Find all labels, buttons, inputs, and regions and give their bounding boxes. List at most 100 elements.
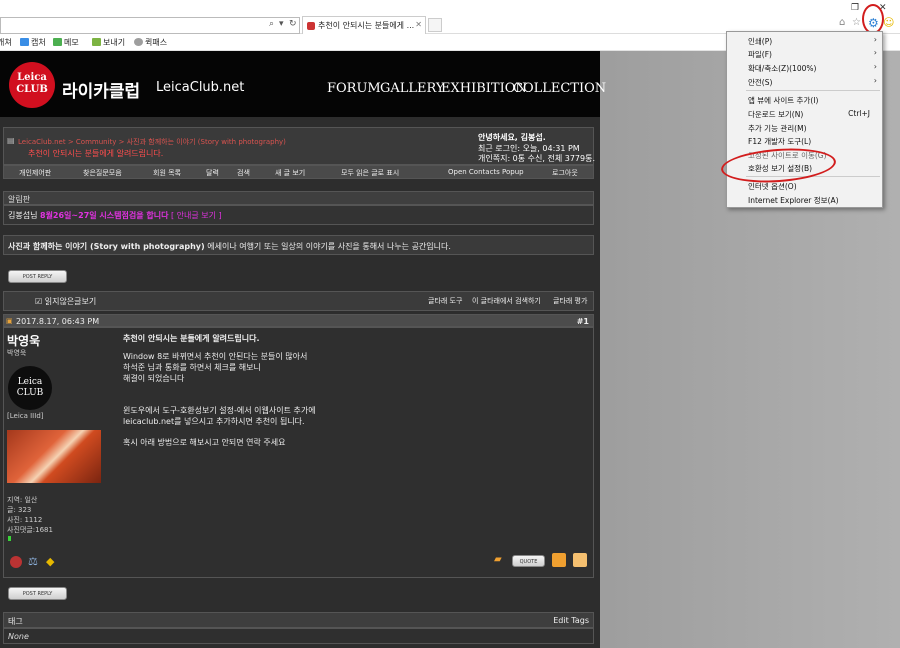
post-reply-button-bottom[interactable]: POST REPLY — [8, 587, 67, 600]
unread-checkbox[interactable]: ☑ 읽지않은글보기 — [35, 296, 96, 307]
menu-separator — [746, 90, 880, 91]
tags-header: 태그 Edit Tags — [3, 612, 594, 628]
site-logo[interactable]: Leica CLUB — [9, 62, 55, 108]
author-region: 지역: 일산 — [7, 496, 38, 504]
nav-contacts-popup[interactable]: Open Contacts Popup — [448, 168, 524, 176]
post-header: ▣ 2017.8.17, 06:43 PM #1 — [3, 314, 594, 327]
post-number[interactable]: #1 — [577, 317, 589, 326]
author-photo-comments: 사진댓글:1681 — [7, 526, 53, 534]
browser-tab[interactable]: 추천이 안되시는 분들에게 ... ✕ — [302, 16, 426, 35]
new-tab-button[interactable] — [428, 18, 442, 32]
send-icon — [92, 38, 101, 46]
post-reply-button[interactable]: POST REPLY — [8, 270, 67, 283]
notice-link[interactable]: [ 안내글 보기 ] — [171, 211, 222, 220]
site-name: 라이카클럽 — [62, 82, 141, 102]
submenu-arrow-icon: › — [873, 76, 877, 85]
menu-item-zoom[interactable]: 확대/축소(Z)(100%) — [748, 63, 816, 74]
menu-item-downloads[interactable]: 다운로드 보기(N) — [748, 109, 803, 120]
post-line-1: Window 8로 바뀌면서 추천이 안된다는 분들이 많아서 — [123, 352, 308, 361]
nav-usercp[interactable]: 개인제어판 — [19, 168, 51, 178]
nav-members[interactable]: 회원 목록 — [153, 168, 181, 178]
fav-item-screenshot[interactable]: 캡처 — [20, 37, 46, 48]
submenu-arrow-icon: › — [873, 48, 877, 57]
menu-item-internet-options[interactable]: 인터넷 옵션(O) — [748, 181, 797, 192]
address-bar[interactable]: ⌕ ▾ ↻ — [0, 17, 300, 34]
nav-calendar[interactable]: 달력 — [206, 168, 219, 178]
post-title: 추천이 안되시는 분들에게 알려드립니다. — [123, 334, 260, 343]
tab-title: 추천이 안되시는 분들에게 ... — [318, 21, 415, 30]
post-author[interactable]: 박영욱 — [7, 332, 40, 349]
forum-desc-text: 에세이나 여행기 또는 일상의 이야기를 사진을 통해서 나누는 공간입니다. — [207, 242, 451, 251]
post-line-6: leicaclub.net를 넣으시고 추가하시면 추천이 됩니다. — [123, 417, 305, 426]
smiley-icon[interactable]: ☺ — [883, 16, 894, 29]
thread-toolbar: ☑ 읽지않은글보기 글타래 도구 이 글타래에서 검색하기 글타래 평가 — [3, 291, 594, 311]
author-photos: 사진: 1112 — [7, 516, 43, 524]
quote-button[interactable]: QUOTE — [512, 555, 545, 567]
gear-highlight-annotation — [862, 4, 884, 34]
fav-item-memo[interactable]: 메모 — [53, 37, 79, 48]
memo-icon — [53, 38, 62, 46]
refresh-icon[interactable]: ↻ — [289, 19, 297, 29]
menu-item-safety[interactable]: 안전(S) — [748, 77, 772, 88]
menu-item-dev-tools[interactable]: F12 개발자 도구(L) — [748, 136, 811, 147]
dropdown-icon[interactable]: ▾ — [279, 19, 284, 29]
nav-new-posts[interactable]: 새 글 보기 — [275, 168, 305, 178]
menu-item-add-site-apps[interactable]: 앱 뷰에 사이트 추가(I) — [748, 95, 818, 106]
notice-body: 김봉섭님 8월26일~27일 시스템점검을 합니다 [ 안내글 보기 ] — [3, 205, 594, 225]
edit-tags-link[interactable]: Edit Tags — [553, 616, 589, 625]
scale-icon[interactable]: ⚖ — [28, 555, 38, 568]
nav-logout[interactable]: 로그아웃 — [552, 168, 578, 178]
nav-gallery[interactable]: GALLERY — [380, 81, 445, 96]
nav-collection[interactable]: COLLECTION — [513, 81, 606, 96]
multiquote-icon[interactable]: ▰ — [494, 554, 502, 565]
warning-icon[interactable]: ◆ — [46, 555, 54, 568]
tab-favicon-icon — [307, 22, 315, 30]
menu-item-print[interactable]: 인쇄(P) — [748, 36, 772, 47]
post-line-3: 해결이 되었습니다 — [123, 374, 185, 383]
tags-value: None — [3, 628, 594, 644]
breadcrumb[interactable]: LeicaClub.net > Community > 사진과 함께하는 이야기… — [18, 137, 286, 147]
restore-window-icon[interactable]: ❐ — [851, 3, 859, 13]
private-messages[interactable]: 개인쪽지: 0통 수신, 전체 3779통. — [478, 153, 595, 164]
user-greeting: 안녕하세요, 김봉섭. — [478, 133, 546, 142]
notice-name: 김봉섭님 — [8, 211, 38, 220]
capture-icon — [20, 38, 29, 46]
notice-message: 8월26일~27일 시스템점검을 합니다 — [40, 211, 169, 220]
quickpass-icon — [134, 38, 143, 46]
nav-forum[interactable]: FORUM — [327, 81, 381, 96]
menu-item-about-ie[interactable]: Internet Explorer 정보(A) — [748, 195, 839, 206]
quick-reply-icon[interactable] — [552, 553, 566, 567]
avatar[interactable]: Leica CLUB — [8, 366, 52, 410]
home-icon[interactable]: ⌂ — [839, 17, 845, 28]
forum-description: 사진과 함께하는 이야기 (Story with photography) 에세… — [3, 235, 594, 255]
author-posts: 글: 323 — [7, 506, 32, 514]
nav-mark-read[interactable]: 모두 읽은 글로 표시 — [341, 168, 399, 178]
site-domain: LeicaClub.net — [156, 80, 245, 95]
fav-item-capture[interactable]: 캐쳐 — [0, 37, 12, 48]
fav-item-send[interactable]: 보내기 — [92, 37, 125, 48]
post-status-icon: ▣ — [6, 317, 13, 325]
submenu-arrow-icon: › — [873, 62, 877, 71]
nav-search[interactable]: 검색 — [237, 168, 250, 178]
favorites-star-icon[interactable]: ☆ — [852, 17, 861, 28]
notice-header: 알림판 — [3, 191, 594, 205]
post-line-8: 혹시 아래 방법으로 해보시고 안되면 연락 주세요 — [123, 438, 286, 447]
forum-title[interactable]: 사진과 함께하는 이야기 (Story with photography) — [8, 242, 205, 251]
post-line-5: 윈도우에서 도구-호환성보기 설정-에서 이웹사이트 추가에 — [123, 406, 316, 415]
search-icon[interactable]: ⌕ — [269, 19, 274, 29]
forum-nav-row: 개인제어판 찾은질문모음 회원 목록 달력 검색 새 글 보기 모두 읽은 글로… — [3, 165, 594, 179]
submenu-arrow-icon: › — [873, 35, 877, 44]
report-post-icon[interactable] — [10, 556, 22, 568]
thread-rate-menu[interactable]: 글타래 평가 — [553, 296, 587, 306]
fav-item-quickpass[interactable]: 퀵패스 — [134, 37, 167, 48]
downloads-shortcut: Ctrl+J — [848, 109, 870, 118]
close-tab-icon[interactable]: ✕ — [415, 20, 422, 29]
thread-search-menu[interactable]: 이 글타래에서 검색하기 — [472, 296, 541, 306]
author-signature-photo — [7, 430, 101, 483]
post-author-title: 박영욱 — [7, 349, 27, 357]
edit-post-icon[interactable] — [573, 553, 587, 567]
nav-faq[interactable]: 찾은질문모음 — [83, 168, 122, 178]
menu-item-file[interactable]: 파일(F) — [748, 49, 772, 60]
menu-item-manage-addons[interactable]: 추가 기능 관리(M) — [748, 123, 807, 134]
thread-tools-menu[interactable]: 글타래 도구 — [428, 296, 462, 306]
